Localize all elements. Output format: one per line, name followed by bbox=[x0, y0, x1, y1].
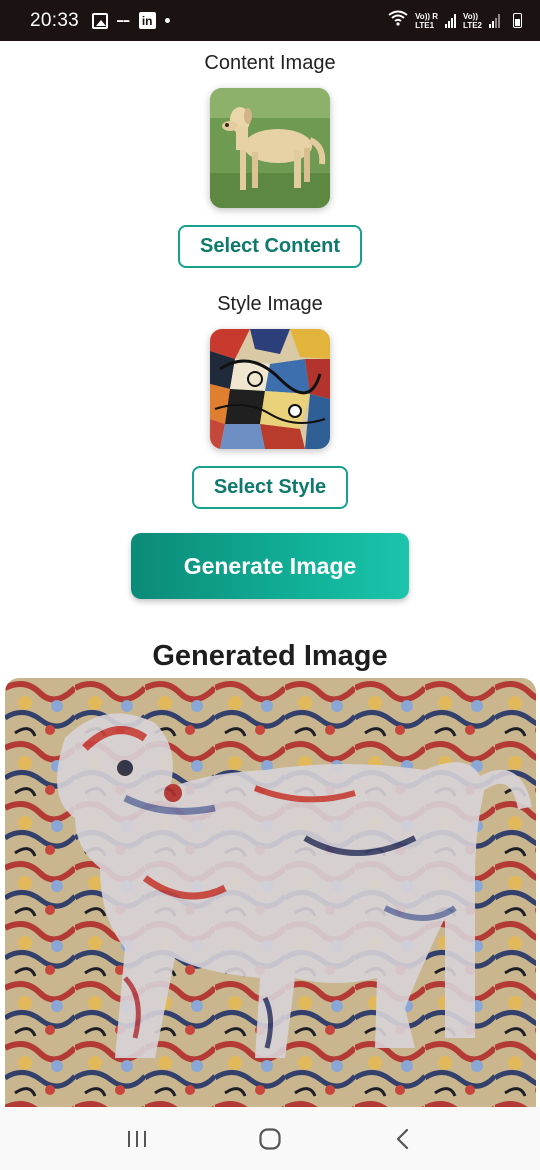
app-notification-icon: ▬▬ bbox=[117, 17, 130, 24]
wifi-icon bbox=[388, 10, 408, 31]
generated-image-title: Generated Image bbox=[152, 640, 388, 672]
system-navigation-bar bbox=[0, 1107, 540, 1170]
select-content-button[interactable]: Select Content bbox=[178, 225, 362, 268]
content-image-label: Content Image bbox=[204, 52, 336, 74]
home-icon[interactable] bbox=[250, 1119, 290, 1159]
linkedin-icon: in bbox=[138, 12, 156, 29]
style-image-thumbnail bbox=[210, 329, 330, 449]
sim1-signal-icon bbox=[445, 13, 457, 28]
status-time: 20:33 bbox=[30, 9, 80, 31]
style-image-label: Style Image bbox=[217, 293, 323, 315]
more-notifications-icon bbox=[164, 18, 170, 23]
battery-icon bbox=[513, 13, 522, 28]
system-icons: Vo)) R LTE1 Vo)) LTE2 bbox=[388, 10, 522, 31]
generate-image-button[interactable]: Generate Image bbox=[131, 533, 409, 599]
sim2-signal-icon bbox=[489, 13, 500, 28]
content-image-thumbnail bbox=[210, 88, 330, 208]
sim2-lte-indicator: Vo)) LTE2 bbox=[463, 11, 482, 30]
generated-image bbox=[5, 678, 536, 1110]
select-style-button[interactable]: Select Style bbox=[192, 466, 348, 509]
notification-icons: ▬▬ in bbox=[92, 12, 170, 29]
back-icon[interactable] bbox=[383, 1119, 423, 1159]
sim1-lte-indicator: Vo)) R LTE1 bbox=[415, 11, 439, 30]
gallery-icon bbox=[92, 12, 109, 29]
recents-icon[interactable] bbox=[117, 1119, 157, 1159]
status-bar: 20:33 ▬▬ in Vo)) R LTE1 Vo)) LTE2 bbox=[0, 0, 540, 41]
